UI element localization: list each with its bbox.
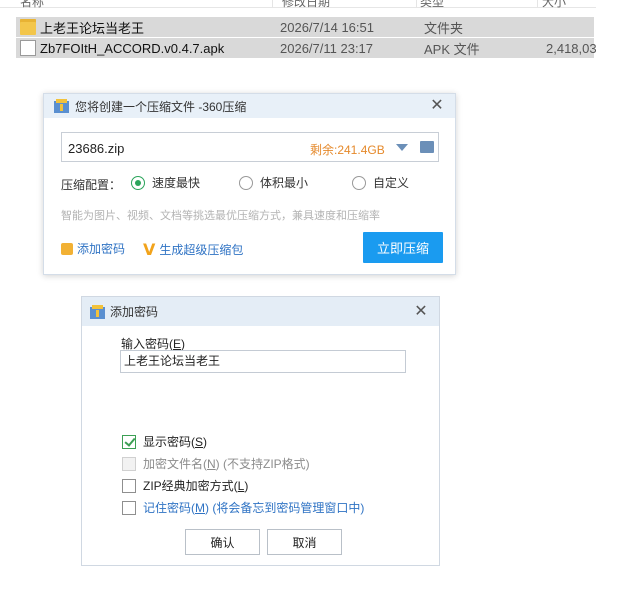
column-date[interactable]: 修改日期	[282, 0, 330, 10]
checkbox-label: 记住密码(M) (将会备忘到密码管理窗口中)	[143, 501, 365, 515]
password-input[interactable]: 上老王论坛当老王	[120, 350, 406, 373]
super-pack-label: 生成超级压缩包	[159, 243, 244, 257]
file-row-apk[interactable]: Zb7FOItH_ACCORD.v0.4.7.apk 2026/7/11 23:…	[16, 38, 597, 58]
password-dialog-titlebar[interactable]: 添加密码	[82, 297, 439, 326]
column-separator[interactable]	[272, 0, 273, 8]
chevron-down-icon[interactable]	[396, 144, 408, 151]
cancel-button[interactable]: 取消	[267, 529, 342, 555]
compress-now-button[interactable]: 立即压缩	[363, 232, 443, 263]
compress-dialog-title: 您将创建一个压缩文件 -360压缩	[75, 99, 247, 114]
file-name: 上老王论坛当老王	[40, 20, 145, 36]
file-name: Zb7FOItH_ACCORD.v0.4.7.apk	[40, 40, 225, 56]
compress-dialog: 您将创建一个压缩文件 -360压缩 ✕ 23686.zip 剩余:241.4GB…	[43, 93, 456, 275]
apk-file-icon	[20, 40, 36, 56]
close-icon[interactable]: ✕	[411, 302, 431, 322]
radio-custom[interactable]: 自定义	[352, 174, 409, 191]
super-pack-link[interactable]: V 生成超级压缩包	[143, 240, 243, 259]
radio-label: 速度最快	[152, 176, 201, 190]
column-size[interactable]: 大小	[542, 0, 566, 10]
checkbox-label: 加密文件名(N) (不支持ZIP格式)	[143, 457, 310, 471]
folder-icon	[20, 19, 36, 35]
radio-icon	[352, 175, 366, 190]
config-label: 压缩配置：	[61, 178, 122, 192]
radio-smallest[interactable]: 体积最小	[239, 174, 308, 191]
radio-fastest[interactable]: 速度最快	[131, 174, 200, 191]
file-size: 2,418,03	[546, 40, 597, 56]
checkbox-icon	[122, 478, 136, 493]
add-password-label: 添加密码	[77, 242, 126, 256]
close-icon[interactable]: ✕	[427, 96, 447, 116]
lock-icon	[61, 242, 73, 255]
password-dialog-title: 添加密码	[110, 305, 159, 319]
archive-path-input[interactable]: 23686.zip 剩余:241.4GB	[61, 132, 439, 162]
radio-label: 自定义	[373, 176, 410, 190]
confirm-button[interactable]: 确认	[185, 529, 260, 555]
add-password-link[interactable]: 添加密码	[61, 240, 125, 257]
file-type: APK 文件	[424, 41, 480, 57]
archive-filename: 23686.zip	[68, 141, 125, 156]
compress-hint: 智能为图片、视频、文档等挑选最优压缩方式，兼具速度和压缩率	[61, 210, 380, 222]
checkbox-icon	[122, 456, 136, 471]
remember-password-checkbox[interactable]: 记住密码(M) (将会备忘到密码管理窗口中)	[122, 499, 364, 516]
file-row-folder[interactable]: 上老王论坛当老王 2026/7/14 16:51 文件夹	[16, 17, 594, 37]
checkbox-label: ZIP经典加密方式(L)	[143, 479, 249, 493]
show-password-checkbox[interactable]: 显示密码(S)	[122, 433, 207, 450]
column-name[interactable]: 名称	[20, 0, 44, 10]
column-separator[interactable]	[537, 0, 538, 8]
encrypt-filename-checkbox: 加密文件名(N) (不支持ZIP格式)	[122, 455, 310, 472]
add-password-dialog: 添加密码 ✕ 输入密码(E) 上老王论坛当老王 显示密码(S) 加密文件名(N)…	[81, 296, 440, 566]
app-icon	[54, 99, 69, 113]
checkbox-checked-icon	[122, 434, 136, 449]
free-space-label: 剩余:241.4GB	[310, 143, 385, 157]
file-type: 文件夹	[424, 20, 464, 36]
browse-folder-icon[interactable]	[420, 141, 434, 153]
radio-label: 体积最小	[260, 176, 309, 190]
column-header: 名称 修改日期 类型 大小	[0, 0, 596, 10]
file-date: 2026/7/14 16:51	[280, 19, 374, 35]
v-badge-icon: V	[143, 240, 156, 259]
app-icon	[90, 304, 105, 319]
radio-icon	[239, 175, 253, 190]
column-type[interactable]: 类型	[420, 0, 444, 10]
file-date: 2026/7/11 23:17	[280, 40, 374, 56]
checkbox-label: 显示密码(S)	[143, 435, 208, 449]
radio-selected-icon	[131, 175, 145, 190]
column-separator[interactable]	[416, 0, 417, 8]
zip-classic-encryption-checkbox[interactable]: ZIP经典加密方式(L)	[122, 477, 248, 494]
compress-dialog-titlebar[interactable]: 您将创建一个压缩文件 -360压缩	[44, 94, 455, 118]
checkbox-icon	[122, 500, 136, 515]
